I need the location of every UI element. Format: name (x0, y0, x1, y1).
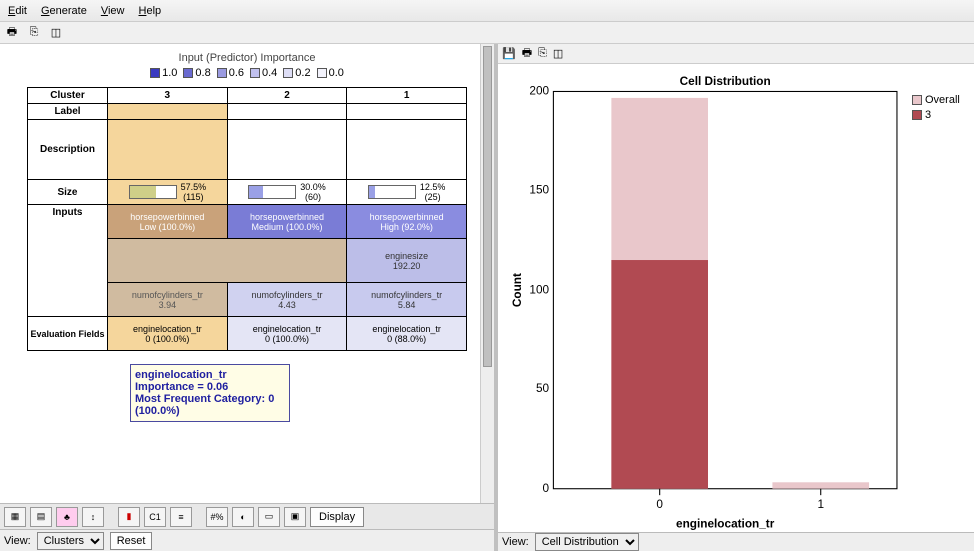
copy-icon[interactable]: ⎘ (538, 47, 547, 60)
chart-options-icon[interactable]: ◫ (553, 47, 563, 60)
tool-barchart-icon[interactable]: ▮ (118, 507, 140, 527)
view-label-left: View: (4, 535, 31, 547)
view-label-right: View: (502, 536, 529, 548)
display-button[interactable]: Display (310, 507, 364, 527)
svg-text:enginelocation_tr: enginelocation_tr (676, 516, 775, 530)
cell-c2-input1[interactable]: horsepowerbinned Medium (100.0%) (227, 205, 347, 239)
chart-legend: Overall 3 (912, 70, 968, 532)
header-c1[interactable]: 1 (347, 88, 467, 104)
cell-c3-input3[interactable]: numofcylinders_tr 3.94 (108, 283, 228, 317)
cell-c3-input1[interactable]: horsepowerbinned Low (100.0%) (108, 205, 228, 239)
tool-layers-icon[interactable]: ▣ (284, 507, 306, 527)
cell-c3-eval[interactable]: enginelocation_tr 0 (100.0%) (108, 317, 228, 351)
svg-text:Cell Distribution: Cell Distribution (680, 74, 771, 88)
print-icon[interactable]: 🖶 (4, 25, 20, 41)
cluster-table[interactable]: Cluster 3 2 1 Label Description Size 57.… (27, 87, 467, 351)
menu-edit[interactable]: Edit (8, 5, 27, 17)
bar-overall-1 (772, 482, 869, 488)
menubar: Edit Generate View Help (0, 0, 974, 22)
menu-generate[interactable]: Generate (41, 5, 87, 17)
header-cluster[interactable]: Cluster (28, 88, 108, 104)
top-toolbar-left: 🖶 ⎘ ◫ (0, 22, 974, 44)
cell-c2-input3[interactable]: numofcylinders_tr 4.43 (227, 283, 347, 317)
left-panel: Input (Predictor) Importance 1.0 0.8 0.6… (0, 44, 498, 551)
row-evaluation: Evaluation Fields (28, 317, 108, 351)
row-description: Description (28, 120, 108, 180)
tool-clusters-icon[interactable]: ♣ (56, 507, 78, 527)
importance-swatches: 1.0 0.8 0.6 0.4 0.2 0.0 (0, 67, 494, 79)
tool-sort-icon[interactable]: ↕ (82, 507, 104, 527)
svg-text:Count: Count (510, 273, 524, 307)
row-size: Size (28, 180, 108, 205)
cell-tooltip-area[interactable] (108, 239, 347, 283)
print-icon[interactable]: 🖶 (522, 44, 532, 63)
view-select-left[interactable]: Clusters (37, 532, 104, 550)
row-label: Label (28, 104, 108, 120)
row-inputs: Inputs (28, 205, 108, 317)
svg-text:150: 150 (529, 182, 549, 196)
menu-view[interactable]: View (101, 5, 125, 17)
svg-text:200: 200 (529, 84, 549, 98)
cell-c2-eval[interactable]: enginelocation_tr 0 (100.0%) (227, 317, 347, 351)
menu-help[interactable]: Help (139, 5, 162, 17)
top-toolbar-right: 💾 🖶 ⎘ ◫ (498, 44, 974, 64)
right-panel: 💾 🖶 ⎘ ◫ Cell Distribution 0 50 100 150 2… (498, 44, 974, 551)
tool-pct-icon[interactable]: #% (206, 507, 228, 527)
left-bottom-toolbar: ▦ ▤ ♣ ↕ ▮ C1 ≡ #% ◐ ▭ ▣ Display (0, 503, 494, 529)
tool-grid-icon[interactable]: ▦ (4, 507, 26, 527)
tool-pie-icon[interactable]: ◐ (232, 507, 254, 527)
cell-c1-input1[interactable]: horsepowerbinned High (92.0%) (347, 205, 467, 239)
svg-text:0: 0 (656, 497, 663, 511)
cell-c1-eval[interactable]: enginelocation_tr 0 (88.0%) (347, 317, 467, 351)
legend-title: Input (Predictor) Importance (0, 52, 494, 64)
tool-lines-icon[interactable]: ≡ (170, 507, 192, 527)
header-c3[interactable]: 3 (108, 88, 228, 104)
reset-button[interactable]: Reset (110, 532, 153, 550)
svg-text:1: 1 (817, 497, 824, 511)
chart-icon[interactable]: ◫ (48, 25, 64, 41)
right-viewbar: View: Cell Distribution (498, 532, 974, 551)
copy-icon[interactable]: ⎘ (26, 25, 42, 41)
view-select-right[interactable]: Cell Distribution (535, 533, 639, 551)
svg-text:0: 0 (543, 481, 550, 495)
svg-text:100: 100 (529, 282, 549, 296)
scrollbar-left[interactable] (480, 44, 494, 503)
header-c2[interactable]: 2 (227, 88, 347, 104)
tooltip: enginelocation_tr Importance = 0.06 Most… (130, 364, 290, 422)
save-icon[interactable]: 💾 (502, 47, 516, 60)
left-viewbar: View: Clusters Reset (0, 529, 494, 551)
svg-text:50: 50 (536, 381, 550, 395)
tool-box-icon[interactable]: ▭ (258, 507, 280, 527)
cell-c1-input2[interactable]: enginesize 192.20 (347, 239, 467, 283)
cell-distribution-chart: Cell Distribution 0 50 100 150 200 Count (504, 70, 912, 532)
tool-table-icon[interactable]: ▤ (30, 507, 52, 527)
tool-c1c2-icon[interactable]: C1 (144, 507, 166, 527)
cell-c1-input3[interactable]: numofcylinders_tr 5.84 (347, 283, 467, 317)
bar-cluster3-0 (611, 260, 708, 489)
